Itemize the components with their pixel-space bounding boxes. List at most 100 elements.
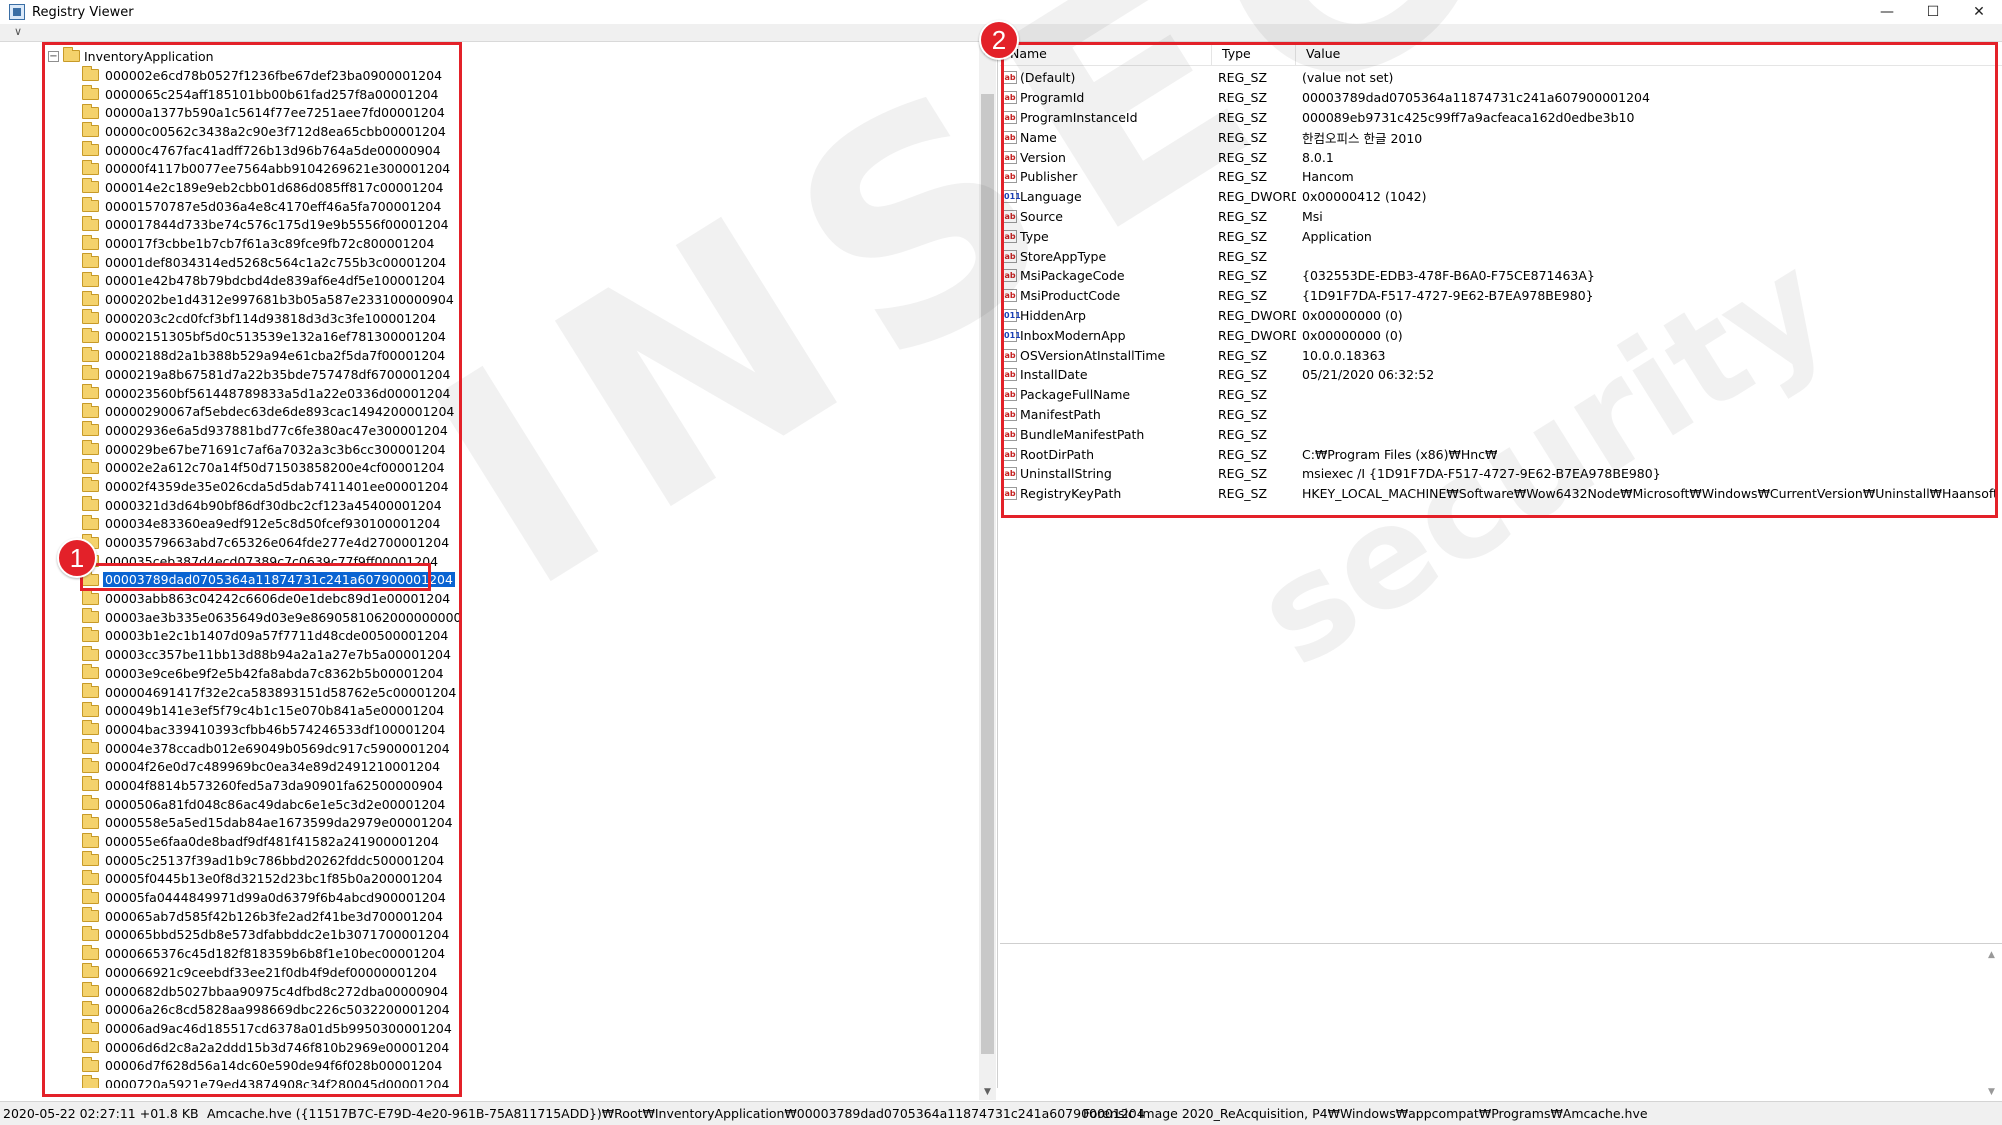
tree-item[interactable]: 00000c00562c3438a2c90e3f712d8ea65cbb0000… bbox=[82, 122, 982, 141]
tree-item[interactable]: 000034e83360ea9edf912e5c8d50fcef93010000… bbox=[82, 514, 982, 534]
value-row[interactable]: 011 HiddenArp REG_DWORD 0x00000000 (0) bbox=[1000, 306, 2002, 326]
tree-item[interactable]: 0000219a8b67581d7a22b35bde757478df670000… bbox=[82, 365, 982, 384]
value-row[interactable]: ab Source REG_SZ Msi bbox=[1000, 207, 2002, 227]
tree-item[interactable]: 000035ceb387d4ecd07389c7c0639c77f9ff0000… bbox=[82, 552, 982, 571]
scroll-down-arrow-icon[interactable]: ▼ bbox=[1983, 1083, 2000, 1100]
value-row[interactable]: ab MsiPackageCode REG_SZ {032553DE-EDB3-478… bbox=[1000, 266, 2002, 286]
minimize-button[interactable]: — bbox=[1864, 0, 1910, 24]
tree-item[interactable]: 00000c4767fac41adff726b13d96b764a5de0000… bbox=[82, 141, 982, 160]
folder-icon bbox=[82, 832, 99, 848]
value-row[interactable]: ab UninstallString REG_SZ msiexec /I {1D91F… bbox=[1000, 464, 2002, 484]
tree-item[interactable]: 00002936e6a5d937881bd77c6fe380ac47e30000… bbox=[82, 421, 982, 440]
tree-item[interactable]: 000017f3cbbe1b7cb7f61a3c89fce9fb72c80000… bbox=[82, 234, 982, 253]
tree-item[interactable]: 00006d7f628d56a14dc60e590de94f6f028b0000… bbox=[82, 1056, 982, 1075]
value-row[interactable]: ab ProgramId REG_SZ 00003789dad0705364a1187… bbox=[1000, 88, 2002, 108]
value-row[interactable]: ab Name REG_SZ 한컴오피스 한글 2010 bbox=[1000, 127, 2002, 147]
tree-item[interactable]: 00005c25137f39ad1b9c786bbd20262fddc50000… bbox=[82, 851, 982, 870]
column-header-value[interactable]: Value bbox=[1296, 42, 2002, 66]
tree-item[interactable]: 000065bbd525db8e573dfabbddc2e1b307170000… bbox=[82, 925, 982, 945]
tree-item[interactable]: 00000a1377b590a1c5614f77ee7251aee7fd0000… bbox=[82, 103, 982, 122]
tree-item[interactable]: 00004bac339410393cfbb46b574246533df10000… bbox=[82, 720, 982, 739]
values-list-pane[interactable]: Name Type Value ab (Default) REG_SZ (value … bbox=[1000, 42, 2002, 942]
tree-item[interactable]: 0000720a5921e79ed43874908c34f280045d0000… bbox=[82, 1075, 982, 1088]
tree-item[interactable]: 00004f26e0d7c489969bc0ea34e89d2491210001… bbox=[82, 757, 982, 776]
folder-icon bbox=[82, 384, 99, 400]
tree-item[interactable]: 000049b141e3ef5f79c4b1c15e070b841a5e0000… bbox=[82, 701, 982, 720]
tree-item[interactable]: 000055e6faa0de8badf9df481f41582a24190000… bbox=[82, 832, 982, 851]
value-row[interactable]: ab RootDirPath REG_SZ C:₩Program Files (x86… bbox=[1000, 444, 2002, 464]
value-row[interactable]: 011 InboxModernApp REG_DWORD 0x00000000 (0) bbox=[1000, 325, 2002, 345]
folder-icon bbox=[82, 253, 99, 269]
value-row[interactable]: ab BundleManifestPath REG_SZ bbox=[1000, 424, 2002, 444]
tree-item[interactable]: 0000682db5027bbaa90975c4dfbd8c272dba0000… bbox=[82, 982, 982, 1001]
value-row[interactable]: ab ManifestPath REG_SZ bbox=[1000, 405, 2002, 425]
tree-item[interactable]: 00003b1e2c1b1407d09a57f7711d48cde0050000… bbox=[82, 626, 982, 646]
tree-item[interactable]: 00003cc357be11bb13d88b94a2a1a27e7b5a0000… bbox=[82, 645, 982, 664]
tree-item[interactable]: 00001def8034314ed5268c564c1a2c755b3c0000… bbox=[82, 253, 982, 272]
tree-item[interactable]: 00005fa0444849971d99a0d6379f6b4abcd90000… bbox=[82, 888, 982, 907]
scrollbar-thumb[interactable] bbox=[981, 94, 994, 1054]
tree-item[interactable]: 00000290067af5ebdec63de6de893cac14942000… bbox=[82, 402, 982, 421]
tree-item[interactable]: 000014e2c189e9eb2cbb01d686d085ff817c0000… bbox=[82, 178, 982, 197]
column-header-name[interactable]: Name bbox=[1000, 42, 1212, 66]
tree-item[interactable]: 0000506a81fd048c86ac49dabc6e1e5c3d2e0000… bbox=[82, 795, 982, 814]
tree-item[interactable]: 000065ab7d585f42b126b3fe2ad2f41be3d70000… bbox=[82, 907, 982, 926]
value-row[interactable]: ab StoreAppType REG_SZ bbox=[1000, 246, 2002, 266]
tree-item[interactable]: 0000665376c45d182f818359b6b8f1e10bec0000… bbox=[82, 944, 982, 963]
tree-item[interactable]: 00002188d2a1b388b529a94e61cba2f5da7f0000… bbox=[82, 346, 982, 365]
value-row[interactable]: ab InstallDate REG_SZ 05/21/2020 06:32:52 bbox=[1000, 365, 2002, 385]
tree-item[interactable]: 00001570787e5d036a4e8c4170eff46a5fa70000… bbox=[82, 197, 982, 216]
tree-item[interactable]: 00006a26c8cd5828aa998669dbc226c503220000… bbox=[82, 1000, 982, 1019]
value-data-scrollbar[interactable]: ▲ ▼ bbox=[1983, 946, 2000, 1100]
tree-node-inventoryapplication[interactable]: − InventoryApplication bbox=[48, 46, 214, 66]
tree-item[interactable]: 00006ad9ac46d185517cd6378a01d5b995030000… bbox=[82, 1019, 982, 1038]
tree-item[interactable]: 0000558e5a5ed15dab84ae1673599da2979e0000… bbox=[82, 813, 982, 833]
tree-item[interactable]: 00004e378ccadb012e69049b0569dc917c590000… bbox=[82, 739, 982, 758]
maximize-button[interactable]: ☐ bbox=[1910, 0, 1956, 24]
value-row[interactable]: 011 Language REG_DWORD 0x00000412 (1042) bbox=[1000, 187, 2002, 207]
tree-item[interactable]: 00003abb863c04242c6606de0e1debc89d1e0000… bbox=[82, 589, 982, 608]
tree-item[interactable]: 00006d6d2c8a2a2ddd15b3d746f810b2969e0000… bbox=[82, 1038, 982, 1057]
scroll-up-arrow-icon[interactable]: ▲ bbox=[1983, 946, 2000, 963]
tree-item-label: 000023560bf561448789833a5d1a22e0336d0000… bbox=[105, 385, 451, 401]
value-row[interactable]: ab MsiProductCode REG_SZ {1D91F7DA-F517-472… bbox=[1000, 286, 2002, 306]
tree-item[interactable]: 0000203c2cd0fcf3bf114d93818d3d3c3fe10000… bbox=[82, 309, 982, 328]
tree-item[interactable]: 00003ae3b335e0635649d03e9e86905810620000… bbox=[82, 608, 982, 627]
value-row[interactable]: ab Version REG_SZ 8.0.1 bbox=[1000, 147, 2002, 167]
value-row[interactable]: ab RegistryKeyPath REG_SZ HKEY_LOCAL_MACHIN… bbox=[1000, 484, 2002, 504]
value-row[interactable]: ab Type REG_SZ Application bbox=[1000, 226, 2002, 246]
tree-item[interactable]: 00003e9ce6be9f2e5b42fa8abda7c8362b5b0000… bbox=[82, 664, 982, 683]
tree-item[interactable]: 000023560bf561448789833a5d1a22e0336d0000… bbox=[82, 384, 982, 403]
tree-item[interactable]: 0000321d3d64b90bf86df30dbc2cf123a4540000… bbox=[82, 496, 982, 515]
chevron-down-icon[interactable]: ∨ bbox=[14, 25, 22, 38]
tree-item[interactable]: 000029be67be71691c7af6a7032a3c3b6cc30000… bbox=[82, 440, 982, 459]
value-type: REG_SZ bbox=[1218, 406, 1268, 422]
value-row[interactable]: ab OSVersionAtInstallTime REG_SZ 10.0.0.183… bbox=[1000, 345, 2002, 365]
tree-item[interactable]: 00004f8814b573260fed5a73da90901fa6250000… bbox=[82, 776, 982, 795]
collapse-toggle-icon[interactable]: − bbox=[48, 50, 59, 62]
tree-item[interactable]: 00002151305bf5d0c513539e132a16ef78130000… bbox=[82, 327, 982, 347]
tree-item[interactable]: 000017844d733be74c576c175d19e9b5556f0000… bbox=[82, 215, 982, 235]
tree-item[interactable]: 00000f4117b0077ee7564abb9104269621e30000… bbox=[82, 159, 982, 178]
value-row[interactable]: ab ProgramInstanceId REG_SZ 000089eb9731c42… bbox=[1000, 108, 2002, 128]
column-header-type[interactable]: Type bbox=[1212, 42, 1296, 66]
tree-item[interactable]: 00001e42b478b79bdcbd4de839af6e4df5e10000… bbox=[82, 271, 982, 291]
value-row[interactable]: ab (Default) REG_SZ (value not set) bbox=[1000, 68, 2002, 88]
tree-item[interactable]: 000066921c9ceebdf33ee21f0db4f9def0000000… bbox=[82, 963, 982, 982]
tree-item[interactable]: 0000202be1d4312e997681b3b05a587e23310000… bbox=[82, 290, 982, 309]
tree-item[interactable]: 000002e6cd78b0527f1236fbe67def23ba090000… bbox=[82, 66, 982, 85]
tree-item[interactable]: 000004691417f32e2ca583893151d58762e5c000… bbox=[82, 683, 982, 702]
registry-tree-pane[interactable]: − InventoryApplication 000002e6cd78b0527… bbox=[0, 42, 998, 1088]
close-button[interactable]: ✕ bbox=[1956, 0, 2002, 24]
tree-item[interactable]: 00002f4359de35e026cda5d5dab7411401ee0000… bbox=[82, 477, 982, 496]
tree-item-selected[interactable]: 00003789dad0705364a11874731c241a60790000… bbox=[82, 570, 982, 590]
tree-item[interactable]: 00003579663abd7c65326e064fde277e4d270000… bbox=[82, 533, 982, 552]
tree-item[interactable]: 00005f0445b13e0f8d32152d23bc1f85b0a20000… bbox=[82, 869, 982, 889]
scroll-down-arrow-icon[interactable]: ▼ bbox=[979, 1083, 996, 1100]
tree-item[interactable]: 0000065c254aff185101bb00b61fad257f8a0000… bbox=[82, 85, 982, 104]
tree-scrollbar[interactable]: ▲ ▼ bbox=[979, 42, 996, 1100]
tree-node-label: InventoryApplication bbox=[84, 48, 214, 64]
tree-item[interactable]: 00002e2a612c70a14f50d71503858200e4cf0000… bbox=[82, 458, 982, 477]
value-row[interactable]: ab PackageFullName REG_SZ bbox=[1000, 385, 2002, 405]
value-row[interactable]: ab Publisher REG_SZ Hancom bbox=[1000, 167, 2002, 187]
